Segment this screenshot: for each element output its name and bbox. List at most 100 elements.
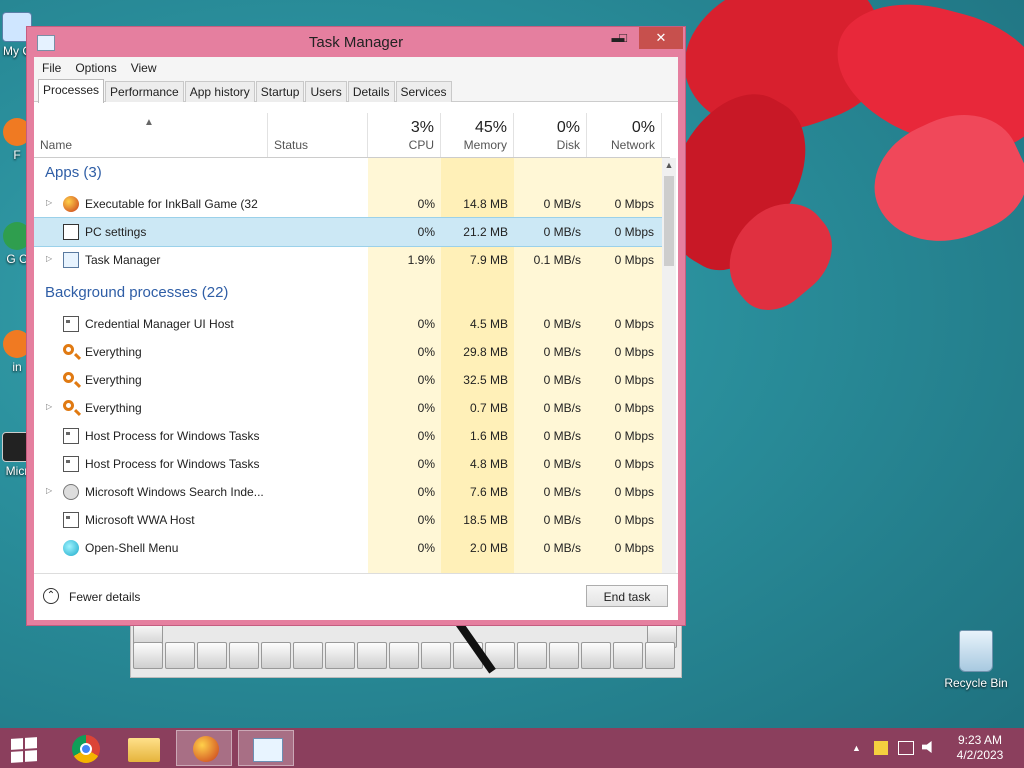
sort-up-icon: ▲ <box>144 117 154 128</box>
taskbar-inkball[interactable] <box>176 730 232 766</box>
task-manager-icon <box>253 738 283 762</box>
process-network: 0 Mbps <box>614 513 654 527</box>
process-disk: 0 MB/s <box>543 485 581 499</box>
process-network: 0 Mbps <box>614 345 654 359</box>
close-button[interactable]: ✕ <box>639 27 683 49</box>
scroll-up-icon[interactable]: ▲ <box>662 160 676 170</box>
process-memory: 7.6 MB <box>469 485 508 499</box>
tab-users[interactable]: Users <box>305 81 347 102</box>
process-name: Open-Shell Menu <box>85 541 179 555</box>
collapse-icon[interactable]: ⌃ <box>43 588 59 604</box>
process-cpu: 1.9% <box>407 253 435 267</box>
desktop-icon-recycle-bin[interactable]: Recycle Bin <box>938 630 1014 690</box>
process-name: Microsoft WWA Host <box>85 513 195 527</box>
process-row[interactable]: Host Process for Windows Tasks 0% 1.6 MB 0 … <box>34 422 662 450</box>
system-clock[interactable]: 9:23 AM 4/2/2023 <box>944 733 1016 763</box>
inkball-tile <box>293 642 323 669</box>
expand-chevron-icon[interactable]: ▷ <box>46 486 52 495</box>
process-disk: 0 MB/s <box>543 457 581 471</box>
process-memory: 7.9 MB <box>469 253 508 267</box>
process-row[interactable]: ▷ Everything 0% 0.7 MB 0 MB/s 0 Mbps <box>34 394 662 422</box>
menu-file[interactable]: File <box>42 61 61 75</box>
task-manager-window[interactable]: Task Manager ▬ ✕ □ File Options View Pro… <box>26 26 686 626</box>
process-cpu: 0% <box>417 485 435 499</box>
process-grid: ▲ Name Status 3% CPU 45% Memory 0% Disk … <box>34 113 678 597</box>
volume-muted-icon[interactable] <box>922 741 932 753</box>
tab-app-history[interactable]: App history <box>184 81 255 102</box>
column-header-cpu[interactable]: 3% CPU <box>368 113 441 157</box>
scroll-thumb[interactable] <box>664 176 674 266</box>
menu-options[interactable]: Options <box>75 61 116 75</box>
inkball-icon <box>193 736 219 762</box>
network-icon[interactable] <box>898 741 914 755</box>
task-manager-icon <box>63 252 79 268</box>
process-network: 0 Mbps <box>614 317 654 331</box>
vertical-scrollbar[interactable]: ▲ ▼ <box>662 158 676 597</box>
process-row[interactable]: ▷ Task Manager 1.9% 7.9 MB 0.1 MB/s 0 Mbps <box>34 246 662 274</box>
process-row[interactable]: ▷ Microsoft Windows Search Inde... 0% 7.6 M… <box>34 478 662 506</box>
tab-strip: Processes Performance App history Startu… <box>34 79 678 103</box>
process-memory: 1.6 MB <box>469 429 508 443</box>
inkball-tile <box>613 642 643 669</box>
expand-chevron-icon[interactable]: ▷ <box>46 402 52 411</box>
process-network: 0 Mbps <box>614 373 654 387</box>
expand-chevron-icon[interactable]: ▷ <box>46 198 52 207</box>
inkball-game-window[interactable] <box>130 620 682 678</box>
tab-performance[interactable]: Performance <box>105 81 184 102</box>
process-row[interactable]: Microsoft WWA Host 0% 18.5 MB 0 MB/s 0 Mbps <box>34 506 662 534</box>
title-bar[interactable]: Task Manager ▬ ✕ □ <box>27 27 685 57</box>
process-row[interactable]: Host Process for Windows Tasks 0% 4.8 MB 0 … <box>34 450 662 478</box>
process-cpu: 0% <box>417 541 435 555</box>
tab-startup[interactable]: Startup <box>255 81 305 102</box>
inkball-tile <box>549 642 579 669</box>
inkball-tile <box>389 642 419 669</box>
process-row[interactable]: Open-Shell Menu 0% 2.0 MB 0 MB/s 0 Mbps <box>34 534 662 562</box>
tray-overflow-chevron[interactable]: ▲ <box>852 743 861 753</box>
start-button[interactable] <box>0 730 48 766</box>
process-row[interactable]: ▷Executable for InkBall Game (32 ...0%14… <box>34 190 662 225</box>
process-memory: 2.0 MB <box>469 541 508 555</box>
desktop-wallpaper-flower <box>644 0 1024 330</box>
process-cpu: 0% <box>417 513 435 527</box>
taskbar-file-explorer[interactable] <box>114 730 170 766</box>
group-header-apps: Apps (3) <box>34 158 662 186</box>
taskbar-chrome[interactable] <box>54 730 110 766</box>
column-header-network[interactable]: 0% Network <box>587 113 662 157</box>
taskbar-task-manager[interactable] <box>238 730 294 766</box>
column-header-name[interactable]: ▲ Name <box>34 113 268 157</box>
window-icon <box>63 512 79 528</box>
process-memory: 32.5 MB <box>463 373 508 387</box>
process-row[interactable]: Everything 0% 32.5 MB 0 MB/s 0 Mbps <box>34 366 662 394</box>
column-header-status[interactable]: Status <box>268 113 368 157</box>
process-name: Everything <box>85 401 142 415</box>
column-header-memory[interactable]: 45% Memory <box>441 113 514 157</box>
process-network: 0 Mbps <box>614 541 654 555</box>
window-icon <box>63 316 79 332</box>
footer-bar: ⌃ Fewer details End task <box>34 573 678 620</box>
process-row[interactable]: Everything 0% 29.8 MB 0 MB/s 0 Mbps <box>34 338 662 366</box>
group-title: Apps (3) <box>45 164 102 181</box>
fewer-details-link[interactable]: Fewer details <box>69 590 140 604</box>
clock-time: 9:23 AM <box>957 733 1003 747</box>
process-row[interactable]: Credential Manager UI Host 0% 4.5 MB 0 MB/s… <box>34 310 662 338</box>
tab-details[interactable]: Details <box>347 81 395 102</box>
tab-services[interactable]: Services <box>395 81 452 102</box>
column-header-disk[interactable]: 0% Disk <box>514 113 587 157</box>
menu-view[interactable]: View <box>131 61 157 75</box>
recycle-bin-label: Recycle Bin <box>944 676 1008 690</box>
end-task-button[interactable]: End task <box>586 585 668 607</box>
search-icon <box>63 400 74 411</box>
process-row[interactable]: PC settings 0% 21.2 MB 0 MB/s 0 Mbps <box>34 217 662 247</box>
expand-chevron-icon[interactable]: ▷ <box>46 254 52 263</box>
tab-processes[interactable]: Processes <box>38 79 105 103</box>
process-cpu: 0% <box>417 401 435 415</box>
shell-icon <box>63 540 79 556</box>
process-network: 0 Mbps <box>614 253 654 267</box>
process-disk: 0 MB/s <box>543 225 581 239</box>
process-name: Everything <box>85 373 142 387</box>
process-network: 0 Mbps <box>614 429 654 443</box>
process-name: Host Process for Windows Tasks <box>85 429 260 443</box>
action-center-flag-icon[interactable] <box>874 741 888 755</box>
maximize-button[interactable]: □ <box>610 27 636 49</box>
window-title: Task Manager <box>308 34 404 51</box>
